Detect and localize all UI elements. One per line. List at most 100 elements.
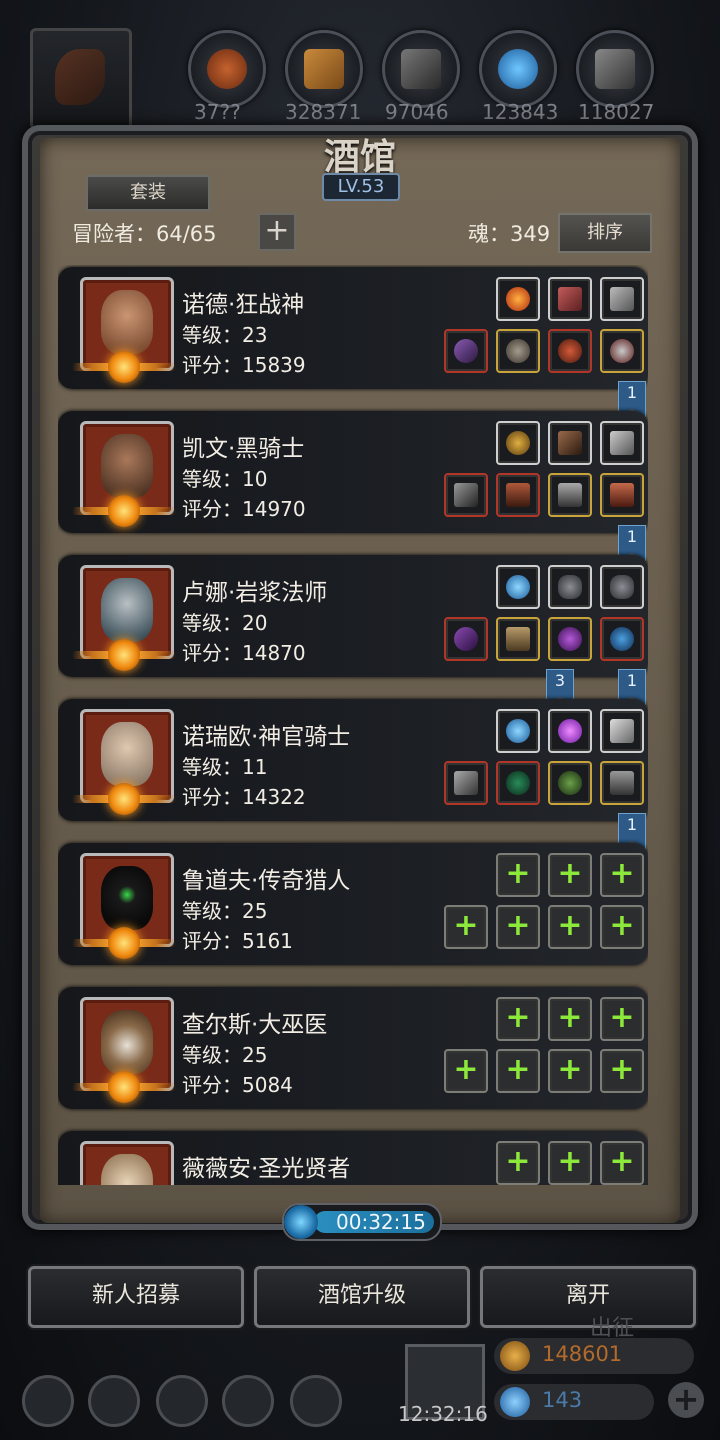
tavern-level-badge: LV.53 [322, 173, 400, 201]
add-currency-button[interactable]: + [668, 1382, 704, 1418]
horn-icon [55, 49, 105, 105]
soul-count: 魂：349 [468, 222, 551, 246]
crystal-slot[interactable] [479, 30, 557, 108]
empty-equip-slot[interactable]: + [496, 1049, 540, 1093]
equip-slot[interactable] [496, 329, 540, 373]
tavern-upgrade-button[interactable]: 酒馆升级 [254, 1266, 470, 1328]
crystal-icon [498, 49, 538, 89]
equip-slot[interactable] [600, 329, 644, 373]
empty-equip-slot[interactable]: + [548, 905, 592, 949]
equip-slot[interactable] [548, 473, 592, 517]
hero-name: 薇薇安·圣光贤者 [182, 1156, 351, 1182]
equip-slot[interactable] [600, 565, 644, 609]
empty-equip-slot[interactable]: + [496, 853, 540, 897]
hero-slot[interactable] [30, 28, 132, 130]
hero-level: 等级：10 [182, 467, 268, 491]
gem-bar: 143 [494, 1384, 654, 1420]
equip-slot[interactable] [600, 709, 644, 753]
equip-slot[interactable] [548, 617, 592, 661]
hero-row[interactable]: 鲁道夫·传奇猎人 等级：25 评分：5161 + + + + + + + [58, 843, 648, 965]
empty-equip-slot[interactable]: + [444, 905, 488, 949]
empty-equip-slot[interactable]: + [548, 997, 592, 1041]
add-equip-icon: + [557, 856, 583, 891]
equip-slot[interactable] [444, 473, 488, 517]
equip-slot[interactable] [548, 761, 592, 805]
settings-gear-icon[interactable] [22, 1375, 74, 1427]
equip-slot[interactable] [444, 329, 488, 373]
iron-slot[interactable] [382, 30, 460, 108]
meat-slot[interactable] [188, 30, 266, 108]
crystal-count: 123843 [482, 100, 559, 124]
equip-slot[interactable] [496, 565, 540, 609]
sort-button[interactable]: 排序 [558, 213, 652, 253]
equip-slot[interactable] [496, 761, 540, 805]
quest-icon[interactable] [156, 1375, 208, 1427]
leave-button[interactable]: 离开 [480, 1266, 696, 1328]
empty-equip-slot[interactable]: + [496, 905, 540, 949]
add-equip-icon: + [557, 1000, 583, 1035]
equip-slot[interactable] [548, 565, 592, 609]
equip-slot[interactable] [600, 277, 644, 321]
add-equip-icon: + [609, 856, 635, 891]
hero-score: 评分：14322 [182, 785, 306, 809]
equip-slot[interactable] [548, 709, 592, 753]
hero-name: 查尔斯·大巫医 [182, 1012, 328, 1038]
wood-slot[interactable] [285, 30, 363, 108]
guild-icon[interactable] [290, 1375, 342, 1427]
hero-list[interactable]: 诺德·狂战神 等级：23 评分：15839 1 凯文·黑骑士 等级：10 评分：… [58, 265, 648, 1185]
equip-slot[interactable] [600, 761, 644, 805]
hero-level: 等级：25 [182, 899, 268, 923]
hero-name: 诺德·狂战神 [182, 292, 305, 318]
recruit-button[interactable]: 新人招募 [28, 1266, 244, 1328]
timer-orb-icon [284, 1205, 318, 1239]
empty-equip-slot[interactable]: + [496, 1141, 540, 1185]
stone-count: 118027 [578, 100, 655, 124]
empty-equip-slot[interactable]: + [548, 853, 592, 897]
equip-slot[interactable] [600, 473, 644, 517]
hero-score: 评分：5161 [182, 929, 293, 953]
rank-medal-icon [108, 495, 140, 527]
empty-equip-slot[interactable]: + [600, 1141, 644, 1185]
empty-equip-slot[interactable]: + [496, 997, 540, 1041]
equip-slot[interactable] [600, 617, 644, 661]
stone-slot[interactable] [576, 30, 654, 108]
hero-row[interactable]: 诺瑞欧·神官骑士 等级：11 评分：14322 [58, 699, 648, 821]
iron-count: 97046 [385, 100, 449, 124]
meat-icon [207, 49, 247, 89]
achievement-icon[interactable] [88, 1375, 140, 1427]
empty-equip-slot[interactable]: + [600, 1049, 644, 1093]
empty-equip-slot[interactable]: + [548, 1049, 592, 1093]
equip-slot[interactable] [444, 761, 488, 805]
hero-row[interactable]: 卢娜·岩浆法师 等级：20 评分：14870 [58, 555, 648, 677]
equip-slot[interactable] [496, 277, 540, 321]
hero-row[interactable]: 凯文·黑骑士 等级：10 评分：14970 [58, 411, 648, 533]
hero-name: 凯文·黑骑士 [182, 436, 305, 462]
equip-slot[interactable] [548, 329, 592, 373]
hero-row[interactable]: 诺德·狂战神 等级：23 评分：15839 [58, 267, 648, 389]
hero-row[interactable]: 查尔斯·大巫医 等级：25 评分：5084 + + + + + + + [58, 987, 648, 1109]
hero-row[interactable]: 薇薇安·圣光贤者 + + + [58, 1131, 648, 1185]
add-slot-button[interactable]: + [258, 213, 296, 251]
equip-slot[interactable] [496, 617, 540, 661]
equip-slot[interactable] [548, 421, 592, 465]
gold-bar: 148601 [494, 1338, 694, 1374]
empty-equip-slot[interactable]: + [600, 905, 644, 949]
empty-equip-slot[interactable]: + [600, 997, 644, 1041]
add-equip-icon: + [453, 1052, 479, 1087]
empty-equip-slot[interactable]: + [444, 1049, 488, 1093]
rank-medal-icon [108, 927, 140, 959]
equip-slot[interactable] [444, 617, 488, 661]
equip-slot[interactable] [600, 421, 644, 465]
adventurer-count: 冒险者：64/65 [72, 222, 217, 246]
mail-icon[interactable] [222, 1375, 274, 1427]
empty-equip-slot[interactable]: + [548, 1141, 592, 1185]
equip-slot[interactable] [548, 277, 592, 321]
hero-level: 等级：23 [182, 323, 268, 347]
gold-coin-icon [500, 1341, 530, 1371]
equip-slot[interactable] [496, 473, 540, 517]
empty-equip-slot[interactable]: + [600, 853, 644, 897]
equip-slot[interactable] [496, 421, 540, 465]
equip-slot[interactable] [496, 709, 540, 753]
timer-text: 00:32:15 [336, 1210, 426, 1234]
set-button[interactable]: 套装 [86, 175, 210, 211]
